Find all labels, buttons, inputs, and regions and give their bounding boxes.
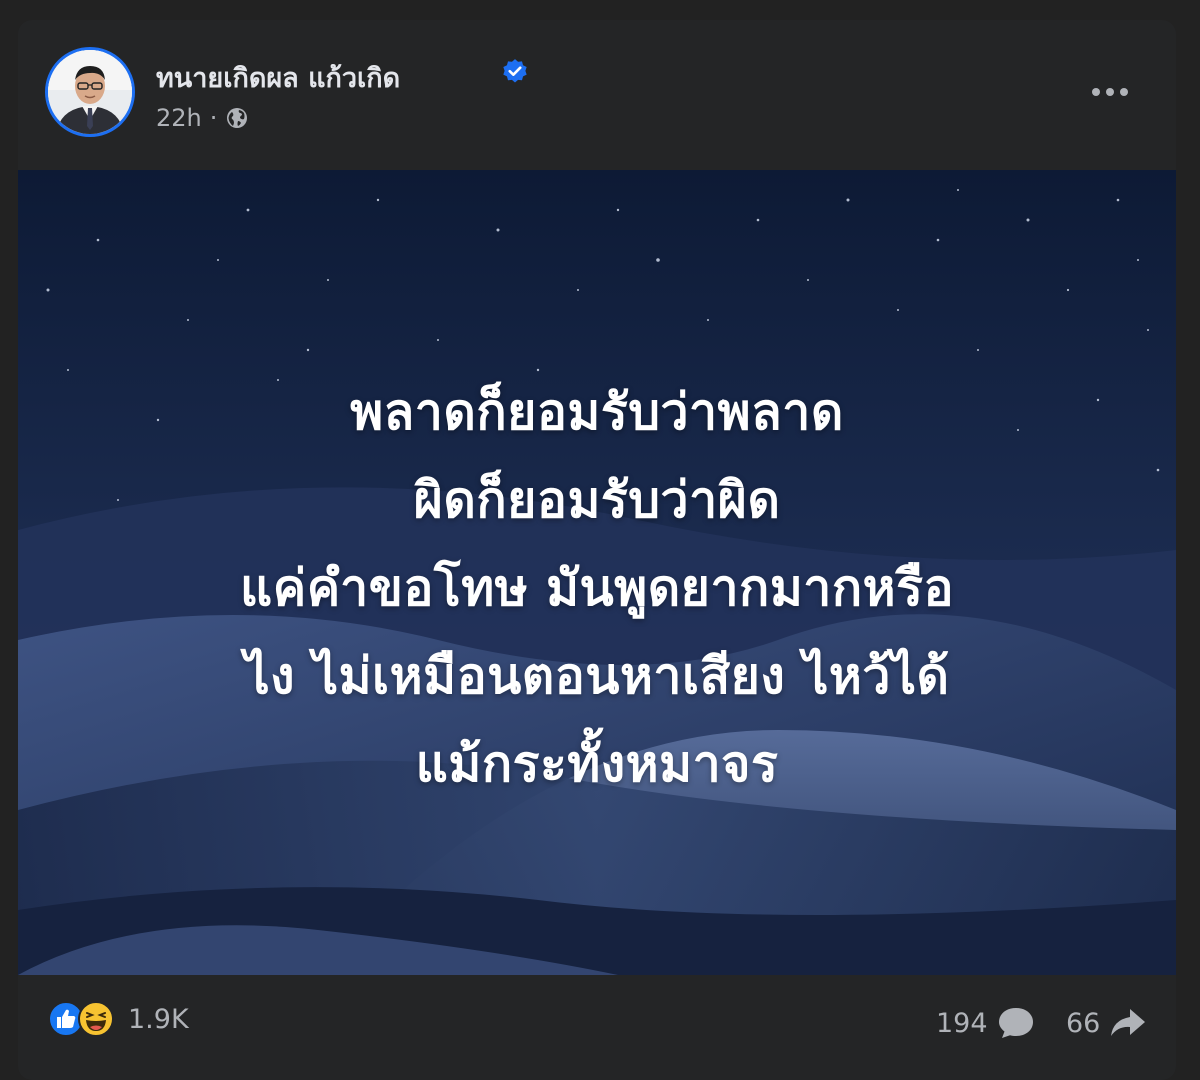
quote-line: แค่คำขอโทษ มันพูดยากมากหรือ xyxy=(240,559,954,617)
share-count: 66 xyxy=(1066,1007,1101,1039)
comment-icon xyxy=(998,1008,1033,1038)
globe-icon[interactable] xyxy=(225,106,249,130)
comment-count: 194 xyxy=(936,1007,988,1039)
meta-separator: · xyxy=(209,104,218,132)
comments-count-button[interactable]: 194 xyxy=(936,1005,1036,1041)
haha-icon xyxy=(78,1001,114,1037)
verified-badge-icon xyxy=(503,59,527,83)
quote-line: แม้กระทั้งหมาจร xyxy=(415,735,779,793)
quote-line: ผิดก็ยอมรับว่าผิด xyxy=(413,471,781,529)
quote-text: พลาดก็ยอมรับว่าพลาด ผิดก็ยอมรับว่าผิด แค… xyxy=(18,368,1176,808)
shares-count-button[interactable]: 66 xyxy=(1066,1005,1148,1041)
author-avatar[interactable] xyxy=(45,47,135,137)
post-meta: 22h · xyxy=(156,104,249,132)
post-card: ทนายเกิดผล แก้วเกิด 22h · พลาดก็ยอมรับว่… xyxy=(18,20,1176,1080)
reaction-count: 1.9K xyxy=(128,1003,189,1035)
author-name[interactable]: ทนายเกิดผล แก้วเกิด xyxy=(156,56,400,99)
more-options-button[interactable] xyxy=(1088,74,1132,110)
post-time[interactable]: 22h xyxy=(156,104,202,132)
quote-line: ไง ไม่เหมือนตอนหาเสียง ไหว้ได้ xyxy=(244,647,950,705)
post-footer: 1.9K 194 66 xyxy=(18,975,1176,1065)
share-icon xyxy=(1111,1009,1146,1036)
post-image[interactable]: พลาดก็ยอมรับว่าพลาด ผิดก็ยอมรับว่าผิด แค… xyxy=(18,170,1176,975)
reactions-summary[interactable]: 1.9K xyxy=(48,1001,189,1037)
more-horizontal-icon xyxy=(1092,88,1128,96)
quote-line: พลาดก็ยอมรับว่าพลาด xyxy=(350,383,844,441)
post-header: ทนายเกิดผล แก้วเกิด 22h · xyxy=(18,20,1176,170)
